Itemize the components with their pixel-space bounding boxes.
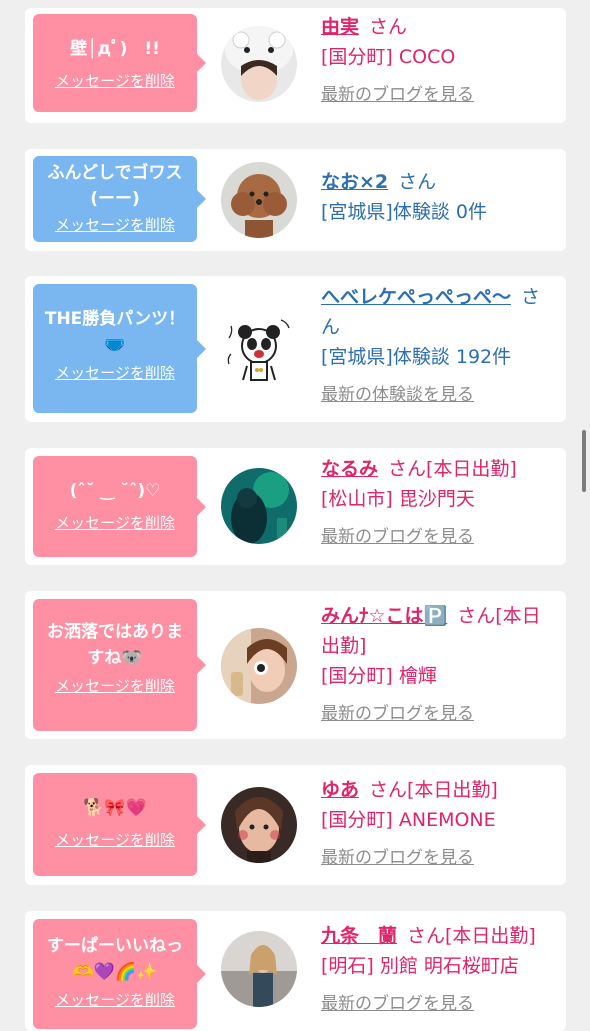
latest-blog-link[interactable]: 最新のブログを見る (321, 843, 556, 873)
profile-name-link[interactable]: 由実 (321, 16, 359, 38)
honorific: さん (398, 171, 437, 193)
location-text: [松山市] 毘沙門天 (321, 488, 475, 510)
message-list: 壁│дﾟ) !! メッセージを削除 由実 さん [国分町] COCO 最新のブログ… (0, 0, 590, 1031)
message-bubble: (ˆ˘ ‿ ˘ˆ)♡ メッセージを削除 (33, 456, 206, 557)
message-text: (ーー) (90, 189, 140, 209)
latest-blog-link[interactable]: 最新のブログを見る (321, 699, 556, 729)
profile-info: 九条 蘭さん[本日出勤] [明石] 別館 明石桜町店 最新のブログを見る (321, 921, 556, 1019)
message-text: 壁│дﾟ) !! (70, 39, 160, 59)
latest-blog-link[interactable]: 最新のブログを見る (321, 80, 556, 110)
profile-info: 由実 さん [国分町] COCO 最新のブログを見る (321, 12, 556, 110)
latest-blog-link[interactable]: 最新のブログを見る (321, 522, 556, 552)
honorific: さん[本日出勤] (407, 925, 536, 947)
message-bubble: 🐕🎀💗 メッセージを削除 (33, 773, 206, 876)
list-item: ふんどしでゴワス (ーー) メッセージを削除 なお×2 さん [宮城県]体験談 0… (25, 149, 566, 251)
profile-name-link[interactable]: みんﾅ☆こは🅿️ (321, 605, 447, 627)
list-item: お洒落ではありま すね🐨 メッセージを削除 みんﾅ☆こは🅿️ さん[本日出勤] [… (25, 591, 566, 739)
message-text: ふんどしでゴワス (47, 163, 183, 183)
avatar[interactable] (221, 468, 297, 544)
avatar[interactable] (221, 26, 297, 102)
message-text: THE勝負パンツ！ (44, 309, 186, 329)
message-bubble: すーぱーいいねっ 🫶💜🌈✨ メッセージを削除 (33, 919, 206, 1029)
avatar[interactable] (221, 310, 297, 386)
profile-info: へべレケぺっぺっぺ〜 さん [宮城県]体験談 192件 最新の体験談を見る (321, 282, 556, 410)
delete-message-link[interactable]: メッセージを削除 (39, 70, 191, 91)
avatar[interactable] (221, 628, 297, 704)
scrollbar[interactable] (582, 430, 586, 492)
list-item: THE勝負パンツ！ 🩲 メッセージを削除 へべレケぺっぺっぺ〜 さん [宮城県]… (25, 276, 566, 422)
list-item: 🐕🎀💗 メッセージを削除 ゆあ さん[本日出勤] [国分町] ANEMONE 最新… (25, 765, 566, 885)
profile-info: なるみ さん[本日出勤] [松山市] 毘沙門天 最新のブログを見る (321, 454, 556, 552)
list-item: (ˆ˘ ‿ ˘ˆ)♡ メッセージを削除 なるみ さん[本日出勤] [松山市] 毘沙… (25, 448, 566, 565)
profile-name-link[interactable]: ゆあ (321, 779, 359, 801)
message-text: 🫶💜🌈✨ (72, 962, 158, 982)
avatar[interactable] (221, 931, 297, 1007)
message-bubble: お洒落ではありま すね🐨 メッセージを削除 (33, 599, 206, 731)
latest-blog-link[interactable]: 最新のブログを見る (321, 989, 556, 1019)
delete-message-link[interactable]: メッセージを削除 (39, 829, 191, 850)
message-text: すね🐨 (87, 648, 143, 668)
profile-info: みんﾅ☆こは🅿️ さん[本日出勤] [国分町] 檜輝 最新のブログを見る (321, 601, 556, 729)
location-text: [明石] 別館 明石桜町店 (321, 955, 519, 977)
delete-message-link[interactable]: メッセージを削除 (39, 362, 191, 383)
message-text: 🐕🎀💗 (83, 798, 147, 818)
message-text: (ˆ˘ ‿ ˘ˆ)♡ (69, 481, 161, 501)
message-text: 🩲 (104, 335, 126, 355)
avatar[interactable] (221, 787, 297, 863)
profile-info: なお×2 さん [宮城県]体験談 0件 (321, 167, 556, 227)
list-item: すーぱーいいねっ 🫶💜🌈✨ メッセージを削除 九条 蘭さん[本日出勤] [明石]… (25, 911, 566, 1031)
honorific: さん (369, 16, 408, 38)
avatar[interactable] (221, 162, 297, 238)
delete-message-link[interactable]: メッセージを削除 (39, 675, 191, 696)
message-text: すーぱーいいねっ (47, 936, 183, 956)
profile-name-link[interactable]: へべレケぺっぺっぺ〜 (321, 286, 511, 308)
honorific: さん[本日出勤] (388, 458, 517, 480)
delete-message-link[interactable]: メッセージを削除 (39, 512, 191, 533)
honorific: さん[本日出勤] (369, 779, 498, 801)
experience-count: [宮城県]体験談 0件 (321, 201, 487, 223)
message-bubble: THE勝負パンツ！ 🩲 メッセージを削除 (33, 284, 206, 413)
location-text: [国分町] COCO (321, 46, 456, 68)
message-text: お洒落ではありま (47, 622, 183, 642)
profile-name-link[interactable]: なるみ (321, 458, 378, 480)
latest-experience-link[interactable]: 最新の体験談を見る (321, 380, 556, 410)
location-text: [国分町] ANEMONE (321, 809, 496, 831)
message-bubble: 壁│дﾟ) !! メッセージを削除 (33, 14, 206, 112)
message-bubble: ふんどしでゴワス (ーー) メッセージを削除 (33, 156, 206, 242)
profile-name-link[interactable]: 九条 蘭 (321, 925, 397, 947)
profile-name-link[interactable]: なお×2 (321, 171, 388, 193)
location-text: [国分町] 檜輝 (321, 665, 437, 687)
delete-message-link[interactable]: メッセージを削除 (39, 214, 191, 235)
profile-info: ゆあ さん[本日出勤] [国分町] ANEMONE 最新のブログを見る (321, 775, 556, 873)
list-item: 壁│дﾟ) !! メッセージを削除 由実 さん [国分町] COCO 最新のブログ… (25, 8, 566, 123)
experience-count: [宮城県]体験談 192件 (321, 346, 512, 368)
